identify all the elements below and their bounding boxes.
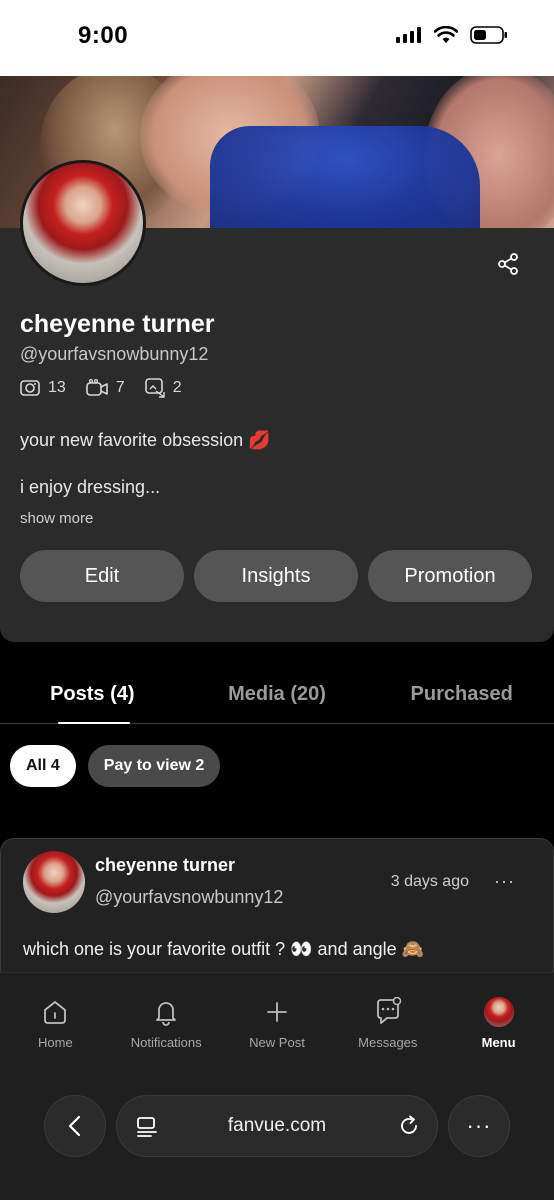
nav-menu-label: Menu	[481, 1035, 516, 1050]
bottom-nav: Home Notifications New Post Messages Men…	[0, 972, 554, 1064]
photo-count-value: 13	[48, 379, 66, 396]
post-timestamp: 3 days ago	[390, 873, 469, 890]
home-icon	[44, 1001, 67, 1024]
post-card: cheyenne turner @yourfavsnowbunny12 3 da…	[0, 838, 554, 978]
edit-button[interactable]: Edit	[20, 550, 184, 602]
bell-icon	[156, 1002, 177, 1026]
menu-avatar	[483, 997, 514, 1027]
nav-notifications-label: Notifications	[130, 1035, 202, 1050]
filter-all-chip[interactable]: All 4	[10, 745, 76, 787]
browser-toolbar: fanvue.com ···	[0, 1064, 554, 1200]
post-more-icon[interactable]: ···	[494, 871, 515, 892]
filter-chips: All 4 Pay to view 2	[10, 745, 221, 787]
tab-media[interactable]: Media (20)	[185, 668, 370, 723]
post-author-name[interactable]: cheyenne turner	[95, 855, 235, 876]
battery-icon	[470, 26, 507, 44]
post-author-handle: @yourfavsnowbunny12	[95, 887, 284, 907]
browser-address-bar[interactable]: fanvue.com	[116, 1095, 438, 1157]
display-name: cheyenne turner	[20, 310, 215, 338]
nav-messages[interactable]: Messages	[332, 973, 443, 1064]
tagged-count: 2	[144, 378, 182, 398]
nav-new-post-label: New Post	[249, 1035, 305, 1050]
share-icon[interactable]	[496, 252, 520, 276]
video-icon	[85, 379, 108, 396]
tagged-count-value: 2	[172, 379, 182, 396]
filter-pay-to-view-chip[interactable]: Pay to view 2	[87, 745, 221, 787]
cellular-signal-icon	[396, 27, 421, 43]
browser-more-button[interactable]: ···	[448, 1095, 510, 1157]
nav-home-label: Home	[38, 1035, 73, 1050]
nav-new-post[interactable]: New Post	[222, 973, 333, 1064]
status-time: 9:00	[78, 22, 129, 49]
browser-url: fanvue.com	[227, 1115, 327, 1136]
post-text: which one is your favorite outfit ? 👀 an…	[23, 939, 425, 959]
insights-button[interactable]: Insights	[194, 550, 358, 602]
wifi-icon	[434, 26, 458, 43]
bio-line-2: i enjoy dressing...	[20, 477, 161, 497]
messages-icon	[376, 997, 402, 1024]
profile-actions: Edit Insights Promotion	[20, 550, 532, 602]
tab-purchased[interactable]: Purchased	[369, 668, 554, 723]
show-more-link[interactable]: show more	[20, 510, 93, 527]
video-count: 7	[85, 379, 125, 397]
profile-card: cheyenne turner @yourfavsnowbunny12 13 7	[0, 228, 554, 642]
tag-image-icon	[144, 378, 165, 398]
camera-icon	[20, 380, 40, 396]
plus-icon	[267, 1002, 287, 1022]
chevron-left-icon	[68, 1115, 81, 1137]
profile-stats: 13 7 2	[20, 378, 182, 398]
reload-icon[interactable]	[397, 1114, 421, 1143]
video-count-value: 7	[115, 379, 125, 396]
profile-avatar[interactable]	[20, 160, 146, 286]
tab-posts[interactable]: Posts (4)	[0, 668, 185, 724]
status-bar: 9:00	[0, 0, 554, 76]
post-avatar[interactable]	[23, 851, 85, 913]
bio-line-1: your new favorite obsession 💋	[20, 430, 271, 450]
nav-menu[interactable]: Menu	[443, 973, 554, 1064]
browser-back-button[interactable]	[44, 1095, 106, 1157]
profile-handle: @yourfavsnowbunny12	[20, 344, 209, 364]
photo-count: 13	[20, 379, 66, 397]
nav-messages-label: Messages	[358, 1035, 418, 1050]
status-icons	[396, 26, 508, 44]
promotion-button[interactable]: Promotion	[368, 550, 532, 602]
nav-notifications[interactable]: Notifications	[111, 973, 222, 1064]
content-tabs: Posts (4) Media (20) Purchased	[0, 668, 554, 724]
nav-home[interactable]: Home	[0, 973, 111, 1064]
